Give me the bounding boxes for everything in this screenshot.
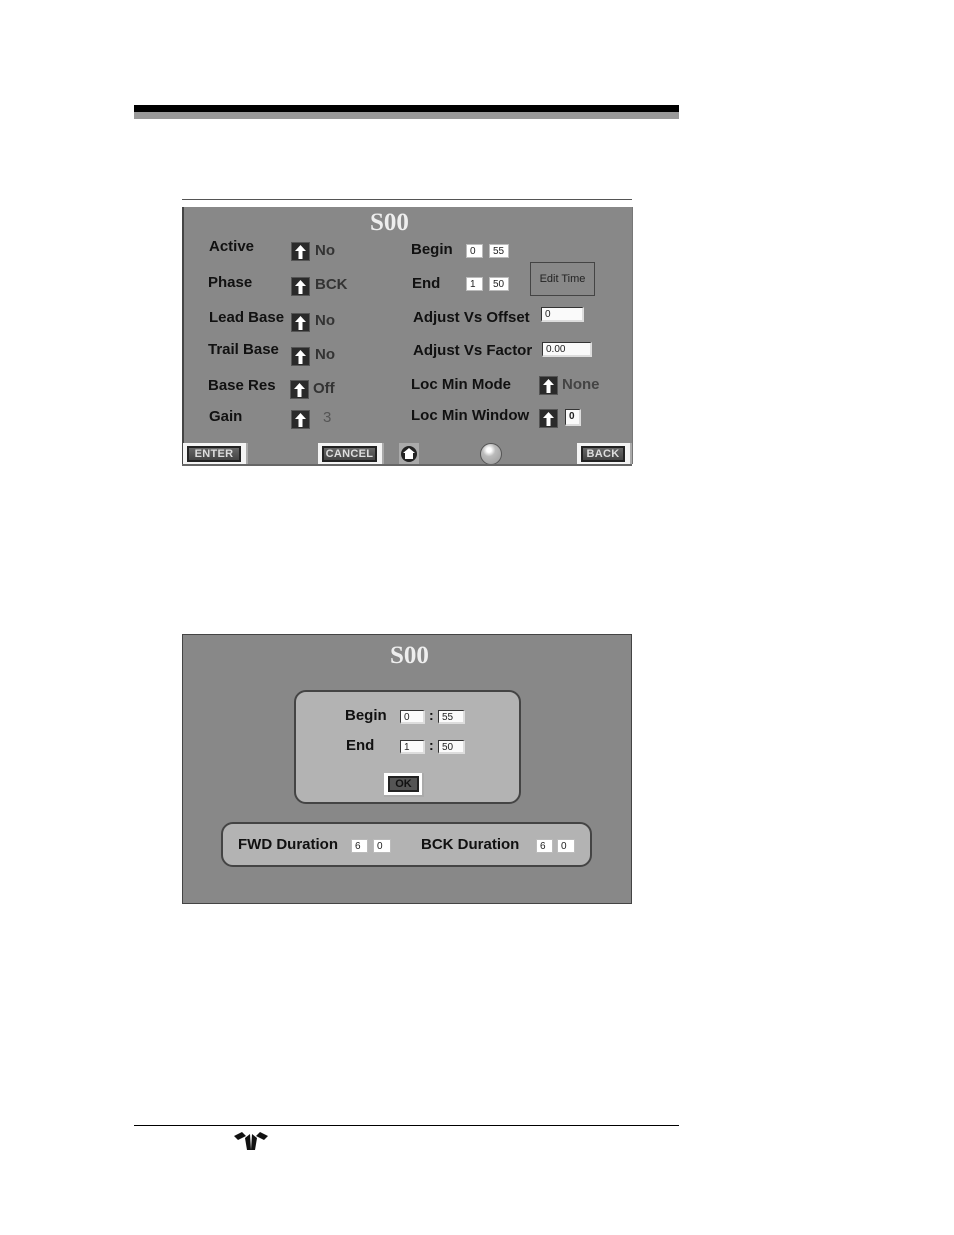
screen-title: S00 — [370, 209, 409, 236]
begin-label: Begin — [411, 241, 453, 258]
begin-seconds-field[interactable]: 55 — [438, 710, 465, 724]
end-label: End — [346, 737, 375, 754]
settings-panel: S00 Active No Phase BCK Lead Base No Tra… — [182, 207, 633, 465]
adjust-vs-factor-label: Adjust Vs Factor — [413, 342, 533, 359]
loc-min-mode-value: None — [562, 376, 600, 393]
phase-value: BCK — [315, 276, 348, 293]
base-res-value: Off — [313, 380, 335, 397]
ok-button[interactable]: OK — [384, 773, 424, 797]
bck-duration-field-b[interactable]: 0 — [557, 839, 575, 853]
back-button-label: BACK — [583, 448, 623, 460]
phase-toggle-button[interactable] — [291, 277, 310, 296]
end-separator: : — [429, 737, 434, 753]
up-arrow-icon — [295, 316, 306, 330]
base-res-toggle-button[interactable] — [290, 380, 309, 399]
status-indicator-light — [480, 443, 502, 465]
header-rule-gray — [134, 112, 679, 119]
up-arrow-icon — [294, 383, 305, 397]
screen-title: S00 — [390, 642, 429, 669]
adjust-vs-factor-field[interactable]: 0.00 — [542, 342, 592, 357]
begin-separator: : — [429, 707, 434, 723]
lead-base-toggle-button[interactable] — [291, 313, 310, 332]
up-arrow-icon — [295, 413, 306, 427]
ok-button-label: OK — [388, 776, 419, 792]
active-toggle-button[interactable] — [291, 242, 310, 261]
lead-base-value: No — [315, 312, 335, 329]
trail-base-value: No — [315, 346, 335, 363]
cancel-button-label: CANCEL — [324, 448, 375, 460]
teledyne-logo-icon — [234, 1132, 268, 1150]
up-arrow-icon — [295, 350, 306, 364]
end-seconds-field[interactable]: 50 — [438, 740, 465, 754]
loc-min-mode-label: Loc Min Mode — [411, 376, 511, 393]
trail-base-label: Trail Base — [208, 341, 279, 358]
up-arrow-icon — [295, 280, 306, 294]
end-label: End — [412, 275, 441, 292]
gain-toggle-button[interactable] — [291, 410, 310, 429]
screen-edit-time: S00 Begin 0 : 55 End 1 : 50 OK FWD Durat… — [182, 634, 632, 904]
footer-rule — [134, 1125, 679, 1126]
end-seconds-field[interactable]: 50 — [489, 277, 509, 291]
adjust-vs-offset-field[interactable]: 0 — [541, 307, 584, 322]
home-button[interactable] — [399, 443, 419, 464]
loc-min-window-field[interactable]: 0 — [565, 409, 581, 426]
fwd-duration-label: FWD Duration — [238, 836, 338, 853]
lead-base-label: Lead Base — [209, 309, 285, 326]
begin-label: Begin — [345, 707, 387, 724]
bck-duration-label: BCK Duration — [421, 836, 520, 853]
enter-button-label: ENTER — [189, 448, 239, 460]
begin-minutes-field[interactable]: 0 — [400, 710, 425, 724]
loc-min-window-label: Loc Min Window — [411, 407, 530, 424]
fwd-duration-field-b[interactable]: 0 — [373, 839, 391, 853]
adjust-vs-offset-label: Adjust Vs Offset — [413, 309, 530, 326]
edit-time-dialog: Begin 0 : 55 End 1 : 50 OK — [294, 690, 521, 804]
up-arrow-icon — [543, 412, 554, 426]
up-arrow-icon — [543, 379, 554, 393]
begin-minutes-field[interactable]: 0 — [466, 244, 483, 258]
end-minutes-field[interactable]: 1 — [466, 277, 483, 291]
phase-label: Phase — [208, 274, 253, 291]
enter-button[interactable]: ENTER — [183, 443, 248, 465]
active-value: No — [315, 242, 335, 259]
begin-seconds-field[interactable]: 55 — [489, 244, 509, 258]
fwd-duration-field-a[interactable]: 6 — [351, 839, 368, 853]
end-minutes-field[interactable]: 1 — [400, 740, 425, 754]
gain-value: 3 — [323, 409, 332, 426]
up-arrow-icon — [295, 245, 306, 259]
screen-stage-settings: S00 Active No Phase BCK Lead Base No Tra… — [182, 199, 633, 470]
home-icon — [403, 448, 415, 459]
loc-min-window-toggle-button[interactable] — [539, 409, 558, 428]
loc-min-mode-toggle-button[interactable] — [539, 376, 558, 395]
back-button[interactable]: BACK — [577, 443, 632, 465]
duration-bar: FWD Duration 6 0 BCK Duration 6 0 — [221, 822, 592, 867]
bck-duration-field-a[interactable]: 6 — [536, 839, 553, 853]
edit-time-button[interactable]: Edit Time — [530, 262, 595, 296]
active-label: Active — [209, 238, 255, 255]
header-rule-black — [134, 105, 679, 112]
gain-label: Gain — [209, 408, 243, 425]
panel-bottom-edge — [182, 464, 632, 466]
cancel-button[interactable]: CANCEL — [318, 443, 384, 465]
base-res-label: Base Res — [208, 377, 276, 394]
trail-base-toggle-button[interactable] — [291, 347, 310, 366]
